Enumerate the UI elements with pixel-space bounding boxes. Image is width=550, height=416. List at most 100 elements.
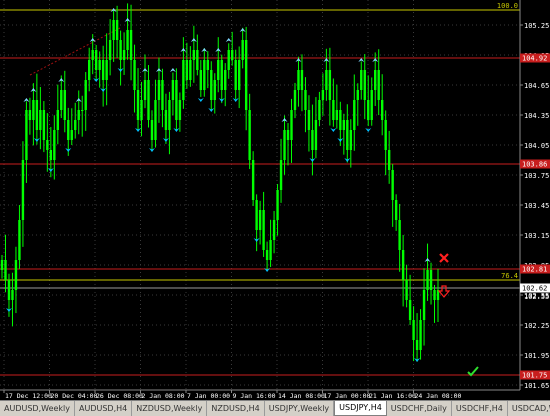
candle-body xyxy=(370,90,373,120)
candle-body xyxy=(63,90,66,120)
candle-body xyxy=(147,80,150,120)
price-tick-label: 103.45 xyxy=(524,202,549,210)
chart-tab[interactable]: AUDUSD,Weekly xyxy=(0,401,75,416)
candle-body xyxy=(227,50,230,70)
candle-body xyxy=(150,120,154,140)
price-tick-label: 104.05 xyxy=(524,142,549,150)
candle-body xyxy=(380,100,384,120)
candle-body xyxy=(88,60,91,80)
fibonacci-level-label: 100.0 xyxy=(497,2,518,10)
candle-body xyxy=(4,260,7,280)
candle-body xyxy=(394,200,398,220)
candle-body xyxy=(339,110,342,130)
chart-tab[interactable]: AUDUSD,H4 xyxy=(75,401,133,416)
candle-body xyxy=(408,300,412,320)
time-tick-label: 9 Jan 16:00 xyxy=(233,392,276,400)
candle-body xyxy=(290,110,293,140)
candle-body xyxy=(175,80,178,120)
chart-tab[interactable]: USDCHF,Daily xyxy=(387,401,452,416)
time-tick-label: 24 Jan 08:00 xyxy=(415,392,462,400)
candle-body xyxy=(387,150,391,170)
candle-body xyxy=(140,100,143,120)
candle-body xyxy=(203,60,206,90)
candle-body xyxy=(7,280,11,300)
candle-body xyxy=(377,70,380,100)
candle-body xyxy=(42,110,46,140)
candle-body xyxy=(401,250,405,280)
candle-body xyxy=(405,280,408,300)
price-tick-label: 105.25 xyxy=(524,22,549,30)
chart-tab[interactable]: USDJPY,Weekly xyxy=(265,401,335,416)
candle-body xyxy=(168,100,171,130)
time-tick-label: 14 Jan 08:00 xyxy=(278,392,325,400)
candle-body xyxy=(25,110,28,160)
candle-body xyxy=(283,130,286,160)
price-chart[interactable]: 100.076.461.8 105.25104.95104.65104.3510… xyxy=(0,0,550,400)
candle-body xyxy=(262,210,265,250)
candle-body xyxy=(196,50,199,70)
candle-body xyxy=(374,70,377,90)
current-price-tag-label: 102.62 xyxy=(522,285,547,293)
time-tick-label: 26 Dec 08:00 xyxy=(96,392,143,400)
candle-body xyxy=(276,190,279,220)
candle-body xyxy=(332,100,335,120)
candle-body xyxy=(311,130,314,150)
candle-body xyxy=(108,40,112,60)
candle-body xyxy=(28,110,32,120)
candle-body xyxy=(53,130,56,160)
candle-body xyxy=(300,70,304,90)
candle-body xyxy=(234,60,237,90)
candle-body xyxy=(415,340,419,350)
candle-body xyxy=(60,90,63,110)
candle-body xyxy=(129,30,133,60)
candle-body xyxy=(126,30,129,50)
candle-body xyxy=(164,110,168,130)
chart-background xyxy=(0,0,550,400)
price-tick-label: 103.75 xyxy=(524,172,549,180)
candle-body xyxy=(349,130,352,150)
candle-body xyxy=(318,100,321,120)
candle-body xyxy=(178,100,182,120)
candle-body xyxy=(363,70,366,100)
candle-body xyxy=(143,80,147,100)
candle-body xyxy=(206,60,209,70)
candle-body xyxy=(98,60,101,70)
candle-body xyxy=(49,150,53,160)
candle-body xyxy=(412,320,415,340)
chart-tab[interactable]: USDCHF,H4 xyxy=(452,401,508,416)
candle-body xyxy=(328,70,332,100)
candle-body xyxy=(367,100,370,120)
candle-body xyxy=(255,200,258,230)
candle-body xyxy=(115,20,119,40)
candle-body xyxy=(185,60,189,80)
time-axis: 17 Dec 12:0020 Dec 04:0026 Dec 08:002 Ja… xyxy=(3,390,462,400)
candle-body xyxy=(119,40,122,60)
candle-body xyxy=(279,160,283,190)
candle-body xyxy=(35,100,39,130)
candle-body xyxy=(101,60,105,80)
candle-body xyxy=(210,70,213,100)
candle-body xyxy=(251,160,255,200)
candle-body xyxy=(272,220,276,240)
level-price-tag-label: 101.75 xyxy=(522,372,547,380)
candle-body xyxy=(269,240,272,260)
chart-tab[interactable]: NZDUSD,H4 xyxy=(207,401,265,416)
time-tick-label: 20 Dec 04:00 xyxy=(51,392,98,400)
chart-tab[interactable]: USDJPY,H4 xyxy=(334,401,387,416)
price-tick-label: 104.35 xyxy=(524,112,549,120)
candle-body xyxy=(384,120,387,150)
candle-body xyxy=(157,80,161,100)
price-tick-label: 104.65 xyxy=(524,82,549,90)
candle-body xyxy=(0,260,4,270)
candle-body xyxy=(244,40,248,110)
candle-body xyxy=(154,100,157,140)
candle-body xyxy=(91,50,94,60)
chart-tab[interactable]: USDCAD,We xyxy=(508,401,550,416)
candle-body xyxy=(433,290,436,300)
candle-body xyxy=(70,130,73,140)
candle-body xyxy=(265,250,269,260)
chart-tab[interactable]: NZDUSD,Weekly xyxy=(132,401,208,416)
candle-body xyxy=(171,80,175,100)
candle-body xyxy=(84,80,87,110)
candle-body xyxy=(248,110,251,160)
